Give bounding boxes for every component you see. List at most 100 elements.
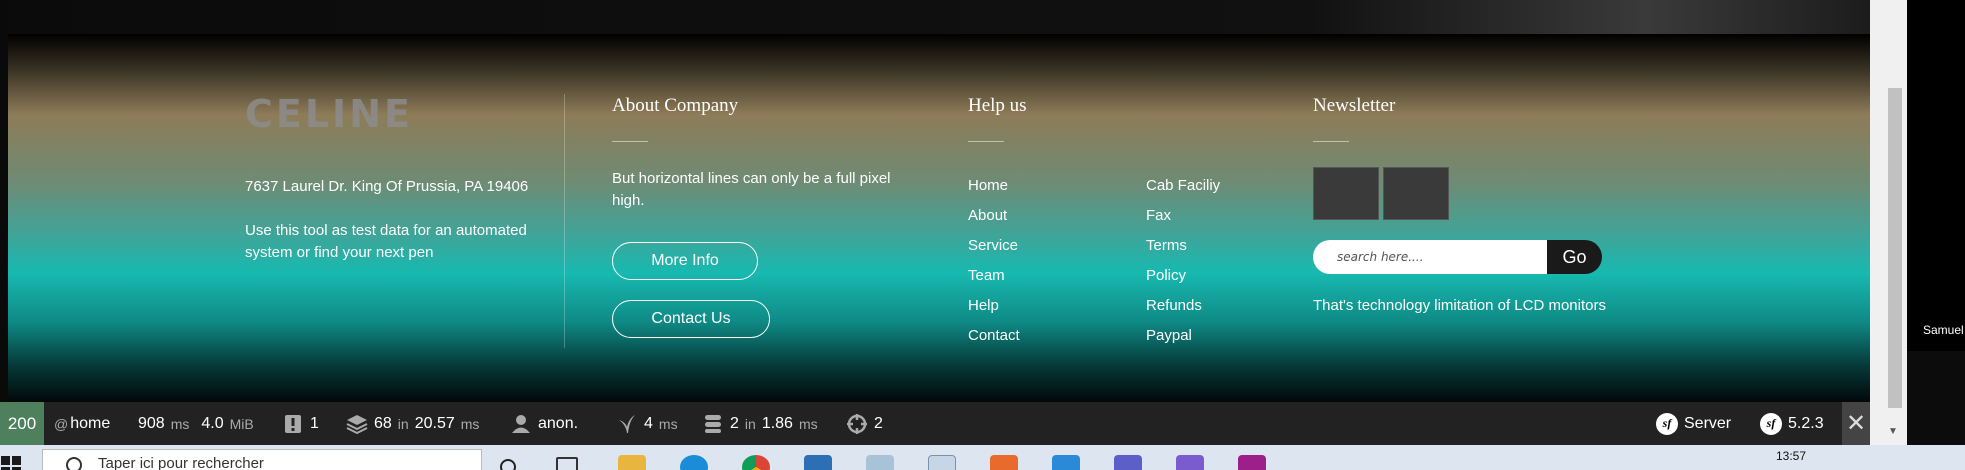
logs-panel[interactable]: 1 [282,402,319,445]
newsletter-thumbnail-1[interactable] [1313,167,1379,220]
logs-count: 1 [310,414,319,432]
newsletter-search-input[interactable] [1313,240,1548,274]
database-icon [702,413,724,435]
help-link-policy[interactable]: Policy [1146,267,1186,284]
user-icon [510,413,532,435]
scroll-down-arrow-icon[interactable]: ▼ [1888,426,1898,437]
app-icon-image-viewer[interactable] [928,455,956,470]
server-panel[interactable]: sf Server [1656,402,1731,445]
side-panel-user-name: Samuel [1923,323,1964,337]
help-link-fax[interactable]: Fax [1146,207,1171,224]
memory-unit: MiB [229,415,254,432]
request-time: 908 [138,414,165,432]
twig-time: 4 [644,414,653,432]
edge-icon[interactable] [680,455,708,470]
company-description: Use this tool as test data for an automa… [245,222,527,261]
request-time-unit: ms [170,415,190,432]
cortana-icon[interactable] [500,459,516,470]
side-panel: Samuel [1907,0,1965,445]
db-time: 1.86 [761,414,793,432]
newsletter-underline [1313,141,1349,142]
windows-taskbar: Taper ici pour rechercher 13:57 [0,445,1965,470]
side-panel-lower [1907,351,1965,445]
symfony-logo-icon: sf [1656,412,1678,435]
taskbar-search-placeholder: Taper ici pour rechercher [98,455,264,470]
help-link-contact[interactable]: Contact [968,327,1020,344]
help-link-home[interactable]: Home [968,177,1008,194]
mail-icon[interactable] [804,455,832,470]
help-link-cab-faciliy[interactable]: Cab Faciliy [1146,177,1220,194]
hero-section-bottom [8,0,1870,34]
phpstorm-icon[interactable] [1238,455,1266,470]
twig-icon [616,413,638,435]
route-name: home [70,414,111,432]
help-link-help[interactable]: Help [968,297,999,314]
db-query-count: 2 [730,414,739,432]
security-user: anon. [538,414,579,432]
cache-in-label: in [397,415,409,432]
db-in-label: in [744,415,756,432]
version-panel[interactable]: sf 5.2.3 [1760,402,1824,445]
newsletter-title: Newsletter [1313,95,1396,116]
help-link-refunds[interactable]: Refunds [1146,297,1202,314]
search-icon [66,457,82,470]
about-text: But horizontal lines can only be a full … [612,170,891,209]
newsletter-text: That's technology limitation of LCD moni… [1313,297,1606,314]
memory-usage: 4.0 [201,414,224,432]
security-panel[interactable]: anon. [510,402,578,445]
newsletter-go-button[interactable]: Go [1547,240,1602,274]
events-count: 2 [874,414,883,432]
windows-start-icon[interactable] [0,455,22,470]
vscode-icon[interactable] [1052,455,1080,470]
app-icon-chat[interactable] [1176,455,1204,470]
help-link-paypal[interactable]: Paypal [1146,327,1192,344]
close-toolbar-button[interactable]: ✕ [1842,402,1870,445]
cache-panel[interactable]: 68 in 20.57 ms [346,402,479,445]
route-at-sign: @ [54,415,69,432]
layers-icon [346,413,368,435]
status-code-badge[interactable]: 200 [0,402,44,445]
events-panel[interactable]: 2 [846,402,883,445]
cache-time-unit: ms [460,415,480,432]
debug-toolbar: 200 @ home 908 ms 4.0 MiB 1 68 in 20.57 … [0,402,1870,445]
symfony-version-icon: sf [1760,412,1782,435]
page-scrollbar[interactable]: ▼ [1870,0,1907,445]
app-icon-gitlab[interactable] [990,455,1018,470]
help-title: Help us [968,95,1027,116]
cache-time: 20.57 [414,414,455,432]
file-explorer-icon[interactable] [618,455,646,470]
about-underline [612,141,648,142]
teams-icon[interactable] [1114,455,1142,470]
browser-viewport: CELINE 7637 Laurel Dr. King Of Prussia, … [0,0,1870,402]
app-icon-notepad[interactable] [866,455,894,470]
scrollbar-thumb[interactable] [1888,88,1902,408]
help-link-team[interactable]: Team [968,267,1005,284]
chrome-icon[interactable] [742,455,770,470]
help-underline [968,141,1004,142]
help-link-about[interactable]: About [968,207,1007,224]
server-label: Server [1684,414,1732,432]
task-view-icon[interactable] [556,457,578,470]
route-panel[interactable]: @ home [54,402,110,445]
help-link-terms[interactable]: Terms [1146,237,1187,254]
twig-panel[interactable]: 4 ms [616,402,678,445]
newsletter-search: Go [1313,240,1603,274]
database-panel[interactable]: 2 in 1.86 ms [702,402,818,445]
company-address: 7637 Laurel Dr. King Of Prussia, PA 1940… [245,178,529,195]
brand-logo[interactable]: CELINE [245,92,413,136]
twig-time-unit: ms [658,415,678,432]
help-link-service[interactable]: Service [968,237,1018,254]
footer-divider [564,94,565,348]
logs-icon [282,413,304,435]
site-footer [8,34,1870,402]
performance-panel[interactable]: 908 ms 4.0 MiB [138,402,254,445]
cache-count: 68 [374,414,392,432]
about-title: About Company [612,95,739,116]
newsletter-thumbnail-2[interactable] [1383,167,1449,220]
crosshair-icon [846,413,868,435]
more-info-button[interactable]: More Info [612,242,758,280]
db-time-unit: ms [798,415,818,432]
taskbar-clock[interactable]: 13:57 [1776,449,1806,463]
contact-us-button[interactable]: Contact Us [612,300,770,338]
symfony-version: 5.2.3 [1788,414,1824,432]
